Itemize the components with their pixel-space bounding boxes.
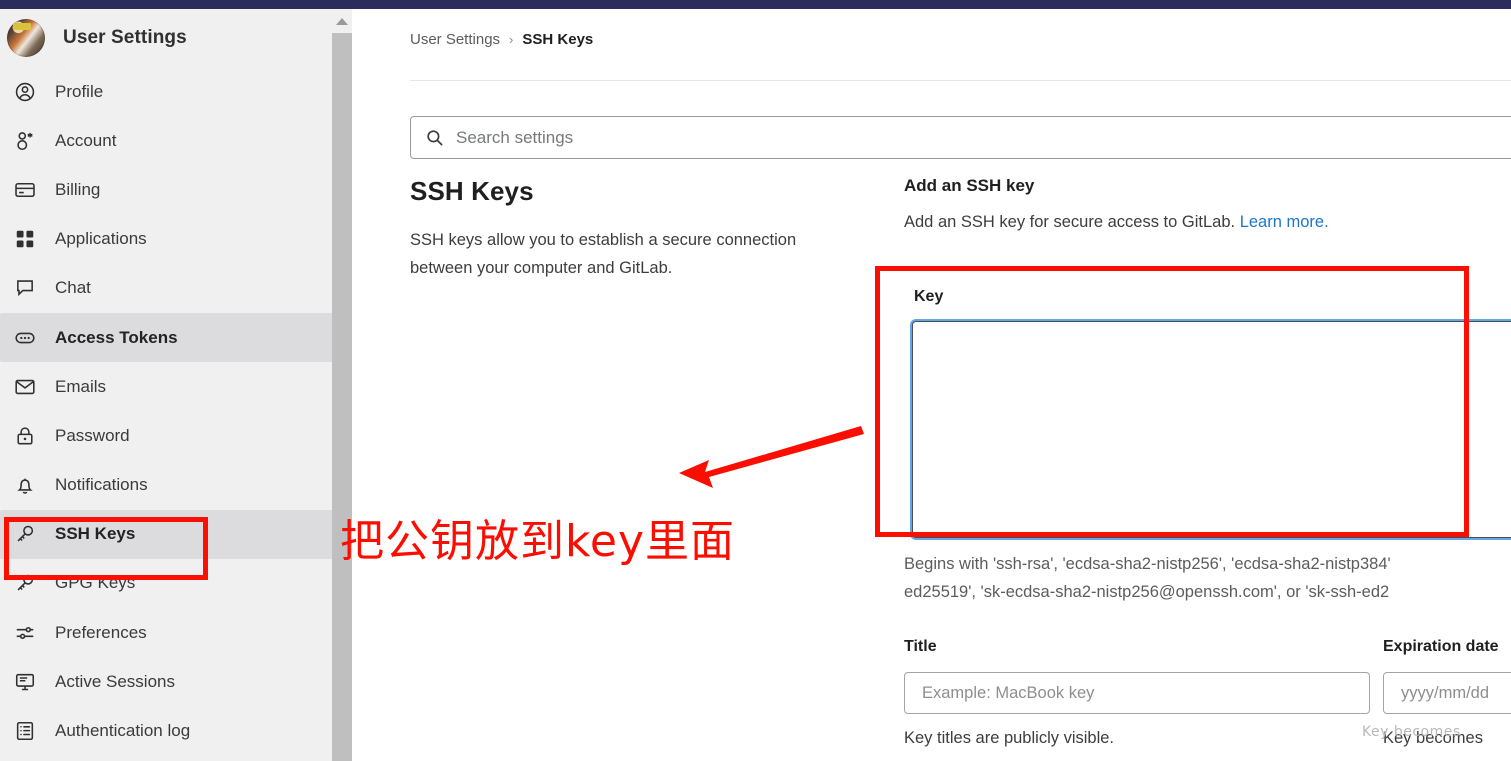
sidebar-title: User Settings [63,27,187,48]
sidebar-item-label: Applications [55,229,147,249]
log-list-icon [12,718,38,744]
sidebar-item-label: Account [55,130,117,150]
bell-icon [12,472,38,498]
scrollbar-thumb[interactable] [332,33,352,761]
main-content: User Settings › SSH Keys Search settings… [372,9,1511,761]
page-title: SSH Keys [410,176,534,206]
billing-card-icon [12,177,38,203]
sidebar-item-profile[interactable]: Profile [0,67,352,116]
sidebar-item-billing[interactable]: Billing [0,165,352,214]
sidebar-item-gpg-keys[interactable]: GPG Keys [0,559,352,608]
learn-more-link[interactable]: Learn more. [1240,213,1329,231]
title-hint: Key titles are publicly visible. [904,729,1115,747]
sidebar-item-label: GPG Keys [55,573,136,593]
sidebar-item-label: Password [55,425,130,445]
token-icon [12,325,38,351]
sidebar-item-access-tokens[interactable]: Access Tokens [0,312,342,363]
title-input[interactable] [904,672,1370,714]
sidebar-item-password[interactable]: Password [0,411,352,460]
key-textarea[interactable] [912,321,1511,538]
expiration-date-label: Expiration date [1383,638,1499,655]
sidebar-item-preferences[interactable]: Preferences [0,608,352,657]
avatar-badge [13,23,31,30]
sidebar-item-label: Preferences [55,622,147,642]
sidebar-item-emails[interactable]: Emails [0,362,352,411]
sidebar-header: User Settings [0,9,352,67]
sidebar-item-chat[interactable]: Chat [0,264,352,313]
sidebar-item-label: Emails [55,376,107,396]
sidebar-item-active-sessions[interactable]: Active Sessions [0,657,352,706]
screen-root: User Settings Profile Account Billing Ap… [0,0,1511,761]
sidebar-item-label: Profile [55,81,104,101]
profile-icon [12,79,38,105]
ssh-keys-info-panel: SSH Keys SSH keys allow you to establish… [410,176,840,282]
sidebar-item-notifications[interactable]: Notifications [0,461,352,510]
chat-icon [12,275,38,301]
sidebar-item-authentication-log[interactable]: Authentication log [0,706,352,755]
sidebar-item-label: Authentication log [55,721,191,741]
sidebar-item-label: Active Sessions [55,671,175,691]
header-divider [410,80,1511,81]
envelope-icon [12,374,38,400]
sidebar-item-label: Chat [55,278,91,298]
scroll-up-arrow-icon[interactable] [336,18,348,25]
sidebar-item-label: Access Tokens [55,327,178,347]
add-key-description-text: Add an SSH key for secure access to GitL… [904,213,1236,231]
add-ssh-key-panel: Add an SSH key Add an SSH key for secure… [904,176,1511,232]
title-field-label: Title [904,638,937,655]
top-navigation-bar [0,0,1511,9]
add-key-description: Add an SSH key for secure access to GitL… [904,213,1511,232]
add-key-heading: Add an SSH key [904,176,1035,195]
lock-icon [12,423,38,449]
sidebar-item-account[interactable]: Account [0,116,352,165]
key-help-line-2: ed25519', 'sk-ecdsa-sha2-nistp256@openss… [904,583,1390,601]
sidebar-item-label: Notifications [55,475,148,495]
settings-sidebar: User Settings Profile Account Billing Ap… [0,9,352,761]
breadcrumb-parent-link[interactable]: User Settings [410,31,500,48]
key-icon [12,521,38,547]
breadcrumb-separator-icon: › [509,32,514,47]
sliders-icon [12,620,38,646]
page-description: SSH keys allow you to establish a secure… [410,231,797,277]
avatar [7,19,45,57]
key-help-text: Begins with 'ssh-rsa', 'ecdsa-sha2-nistp… [904,550,1511,606]
key-help-line-1: Begins with 'ssh-rsa', 'ecdsa-sha2-nistp… [904,555,1391,573]
breadcrumb-current: SSH Keys [522,31,594,48]
title-field-group: Title Key titles are publicly visible. [904,638,1372,748]
account-icon [12,128,38,154]
monitor-icon [12,669,38,695]
key-field-label: Key [914,288,944,305]
search-settings-box[interactable]: Search settings [410,116,1511,159]
applications-icon [12,226,38,252]
sidebar-scrollbar[interactable] [332,9,352,761]
search-input-placeholder: Search settings [456,127,574,147]
watermark-text: Key becomes [1362,724,1461,740]
key-icon [12,570,38,596]
sidebar-item-label: Billing [55,179,101,199]
sidebar-item-applications[interactable]: Applications [0,215,352,264]
sidebar-item-ssh-keys[interactable]: SSH Keys [0,509,342,559]
sidebar-item-label: SSH Keys [55,524,136,544]
search-icon [425,128,444,147]
breadcrumb: User Settings › SSH Keys [410,31,593,48]
expiration-date-input[interactable] [1383,672,1511,714]
annotation-note: 把公钥放到key里面 [340,516,736,567]
